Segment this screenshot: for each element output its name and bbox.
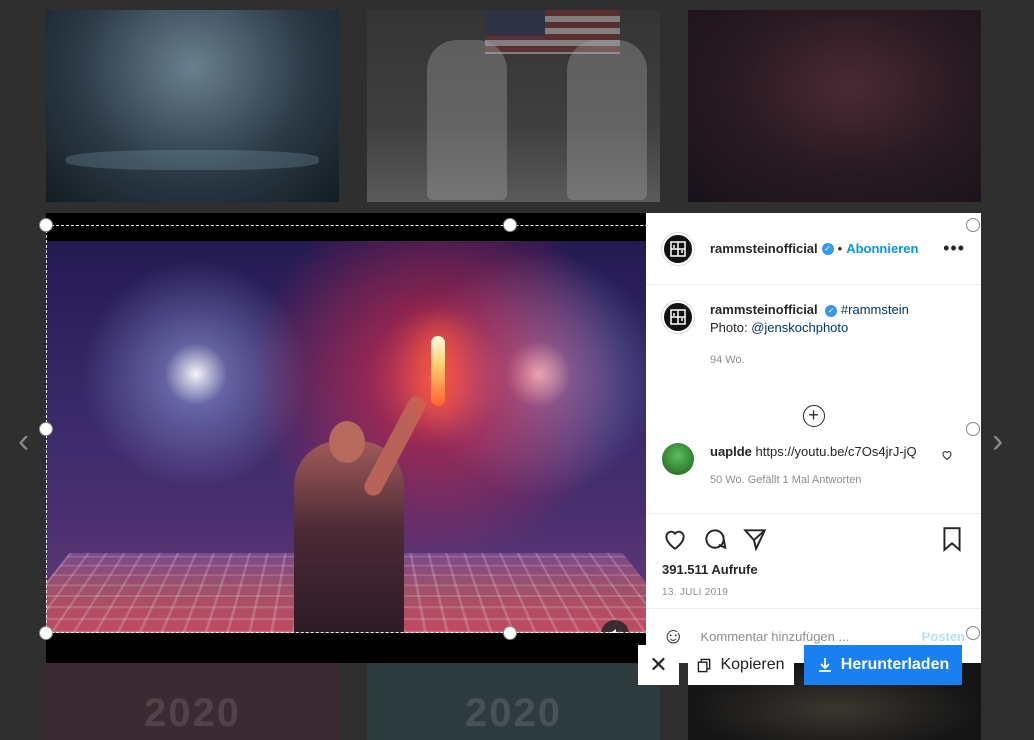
comment-username[interactable]: uaplde <box>710 444 752 459</box>
separator-dot: • <box>837 241 843 256</box>
thumbnail-year-text: 2020 <box>465 691 562 735</box>
post-date: 13. JULI 2019 <box>662 587 729 598</box>
copy-icon <box>698 658 711 672</box>
post-caption: rammsteinofficial ✓ #rammstein Photo: @j… <box>646 285 981 385</box>
copy-button[interactable]: Kopieren <box>688 645 794 685</box>
post-modal: rammsteinofficial ✓ • Abonnieren ••• ram… <box>46 213 981 663</box>
caption-username[interactable]: rammsteinofficial <box>710 302 818 317</box>
post-video[interactable] <box>46 241 646 633</box>
download-icon <box>818 658 831 672</box>
verified-badge-icon: ✓ <box>825 305 838 317</box>
comment-item: uaplde https://youtu.be/c7Os4jrJ-jQ 50 W… <box>646 427 981 505</box>
comment-meta: 50 Wo. Gefällt 1 Mal Antworten <box>710 474 862 486</box>
comment-input[interactable]: Kommentar hinzufügen ... <box>700 629 849 644</box>
performer-head-shape <box>329 421 365 463</box>
thumbnail-concert-stage[interactable] <box>46 10 339 202</box>
bookmark-icon[interactable] <box>939 526 965 552</box>
caption-avatar[interactable] <box>662 301 694 333</box>
next-post-arrow-icon[interactable]: › <box>992 422 1003 461</box>
comment-avatar[interactable] <box>662 443 694 475</box>
hashtag-link[interactable]: #rammstein <box>841 302 909 317</box>
post-sidebar: rammsteinofficial ✓ • Abonnieren ••• ram… <box>646 213 981 663</box>
astronaut-shape <box>427 40 507 200</box>
selection-handle-left[interactable] <box>39 422 53 436</box>
flare-shape <box>431 336 445 406</box>
close-capture-button[interactable]: ✕ <box>638 645 679 685</box>
thumbnail-astronauts[interactable] <box>367 10 660 202</box>
verified-badge-icon: ✓ <box>821 242 834 255</box>
close-icon: ✕ <box>649 652 668 677</box>
comment-text[interactable]: https://youtu.be/c7Os4jrJ-jQ <box>756 444 917 459</box>
view-count[interactable]: 391.511 Aufrufe <box>662 562 965 577</box>
load-more-comments-icon[interactable]: + <box>802 405 825 427</box>
astronaut-shape <box>567 40 647 200</box>
comment-like-icon[interactable] <box>941 449 953 461</box>
caption-timestamp: 94 Wo. <box>710 354 745 366</box>
selection-handle-right[interactable] <box>966 422 980 436</box>
speaker-muted-icon <box>609 629 622 633</box>
selection-handle-top-left[interactable] <box>39 218 53 232</box>
post-header: rammsteinofficial ✓ • Abonnieren ••• <box>646 213 981 285</box>
selection-handle-bottom[interactable] <box>503 626 517 640</box>
follow-button[interactable]: Abonnieren <box>846 241 918 256</box>
photographer-link[interactable]: @jenskochphoto <box>751 320 848 335</box>
download-button[interactable]: Herunterladen <box>804 645 962 685</box>
like-heart-icon[interactable] <box>662 526 688 552</box>
post-comment-button[interactable]: Posten <box>922 629 965 644</box>
more-options-icon[interactable]: ••• <box>943 238 965 259</box>
download-button-label: Herunterladen <box>840 656 950 673</box>
thumbnail-2020-mid[interactable]: 2020 <box>367 663 660 740</box>
avatar[interactable] <box>662 232 694 265</box>
comment-bubble-icon[interactable] <box>702 526 728 552</box>
comment-body: uaplde https://youtu.be/c7Os4jrJ-jQ 50 W… <box>710 443 920 489</box>
copy-button-label: Kopieren <box>720 656 785 673</box>
post-username[interactable]: rammsteinofficial <box>710 241 818 256</box>
share-send-icon[interactable] <box>742 526 768 552</box>
post-actions: 391.511 Aufrufe 13. JULI 2019 ☺ Kommenta… <box>646 513 981 663</box>
selection-handle-bottom-right[interactable] <box>966 626 980 640</box>
caption-photo-prefix: Photo: <box>710 320 748 335</box>
thumbnail-performer[interactable] <box>688 10 981 202</box>
thumbnail-2020-left[interactable]: 2020 <box>46 663 339 740</box>
rammstein-logo-icon <box>670 240 686 257</box>
selection-handle-top-right[interactable] <box>966 218 980 232</box>
selection-handle-top[interactable] <box>503 218 517 232</box>
thumbnail-year-text: 2020 <box>144 691 241 735</box>
caption-body: rammsteinofficial ✓ #rammstein Photo: @j… <box>710 301 909 369</box>
stage-shape <box>66 150 319 170</box>
prev-post-arrow-icon[interactable]: ‹ <box>18 422 29 461</box>
selection-handle-bottom-left[interactable] <box>39 626 53 640</box>
rammstein-logo-icon <box>670 309 686 325</box>
